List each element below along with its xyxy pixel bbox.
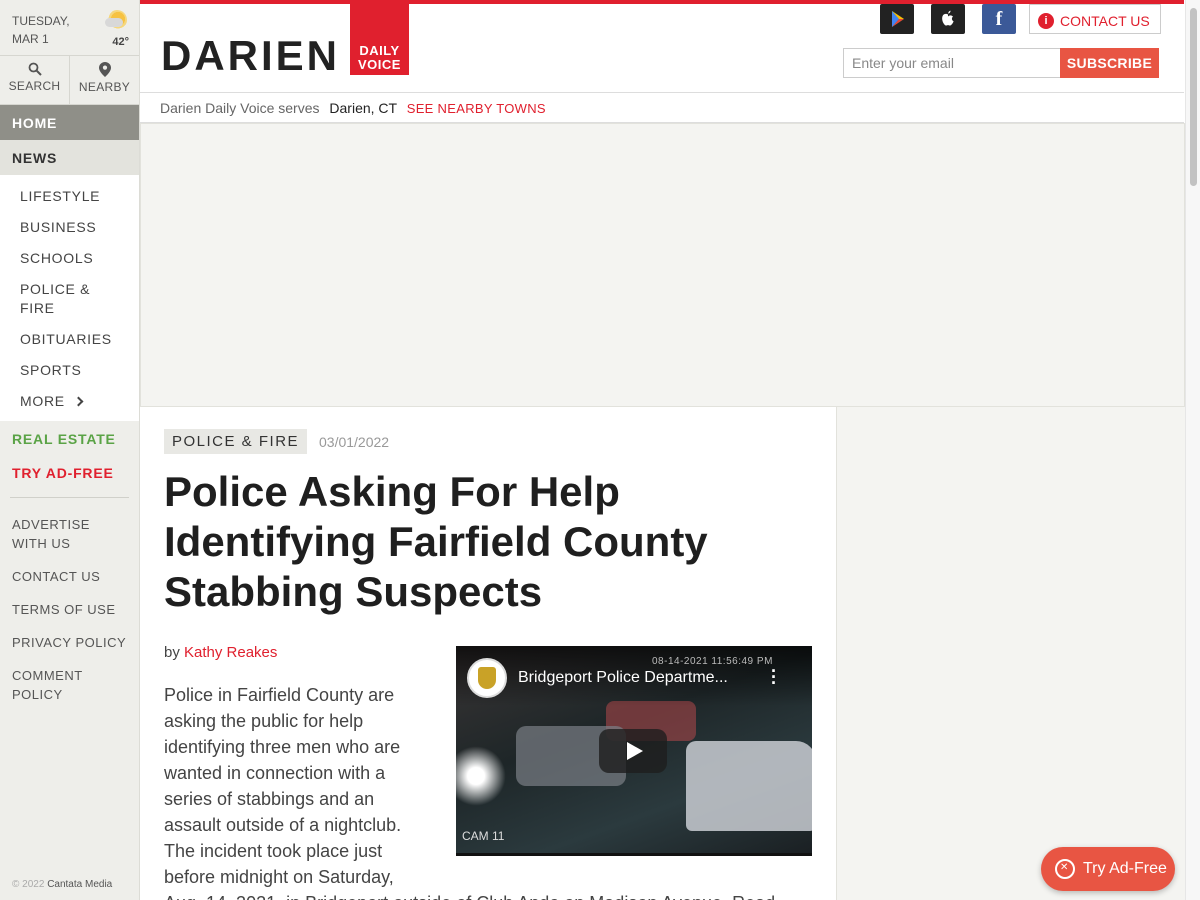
see-nearby-towns-link[interactable]: SEE NEARBY TOWNS [407,101,546,116]
nav-police-fire[interactable]: POLICE & FIRE [0,274,139,324]
link-contact-us[interactable]: CONTACT US [0,560,139,593]
headline-line3: Stabbing Suspects [164,568,543,615]
try-adfree-floating-button[interactable]: Try Ad-Free [1041,847,1175,891]
more-vertical-icon[interactable]: · · · [770,662,778,692]
byline-prefix: by [164,644,180,661]
body-line: identifying three men who are [164,737,401,757]
link-terms-of-use[interactable]: TERMS OF USE [0,593,139,626]
nav-try-adfree[interactable]: TRY AD-FREE [0,453,139,497]
apple-app-button[interactable] [931,4,965,34]
body-line: assault outside of a nightclub. [164,815,402,835]
location-pin-icon [98,62,111,77]
nearby-button[interactable]: NEARBY [69,56,139,104]
headline-line2: Identifying Fairfield County [164,518,708,565]
link-comment-line2: POLICY [12,687,63,702]
date-weather-widget: TUESDAY, MAR 1 42° [0,0,139,56]
google-play-button[interactable] [880,4,914,34]
video-title[interactable]: Bridgeport Police Departme... [518,669,728,687]
video-player[interactable]: 08-14-2021 11:56:49 PM Bridgeport Police… [456,646,812,856]
top-accent-bar [140,0,1184,4]
body-line: before midnight on Saturday, [164,867,394,887]
article: POLICE & FIRE 03/01/2022 Police Asking F… [140,407,837,900]
apple-icon [942,10,954,26]
nav-schools[interactable]: SCHOOLS [0,243,139,274]
search-button[interactable]: SEARCH [0,56,69,104]
body-line: series of stabbings and an [164,789,375,809]
email-input[interactable] [843,48,1061,78]
daily-voice-logo[interactable]: DAILY VOICE [350,4,409,75]
site-brand-title[interactable]: DARIEN [161,32,340,80]
link-advertise-line1: ADVERTISE [12,517,90,532]
nav-news[interactable]: NEWS [0,140,139,175]
facebook-button[interactable]: f [982,4,1016,34]
sidebar-tools: SEARCH NEARBY [0,56,139,105]
copyright-year: © 2022 [12,879,45,890]
headline-line1: Police Asking For Help [164,468,620,515]
ad-banner-placeholder [140,123,1185,407]
facebook-icon: f [995,8,1003,30]
nav-business[interactable]: BUSINESS [0,212,139,243]
copyright-link[interactable]: Cantata Media [47,879,112,890]
category-tag[interactable]: POLICE & FIRE [164,429,308,454]
video-scene [686,741,812,831]
serves-text: Darien Daily Voice serves [160,100,320,116]
video-timestamp: 08-14-2021 11:56:49 PM [652,656,773,667]
info-icon: i [1038,13,1054,29]
article-body: Police in Fairfield County are asking th… [164,682,414,890]
logo-line1: DAILY [359,43,400,58]
scrollbar-thumb[interactable] [1190,8,1197,186]
nav-obituaries[interactable]: OBITUARIES [0,324,139,355]
temperature: 42° [112,36,129,48]
partly-sunny-icon [105,10,129,30]
channel-avatar[interactable] [467,658,507,698]
author-link[interactable]: Kathy Reakes [184,644,277,661]
subscribe-button[interactable]: SUBSCRIBE [1060,48,1159,78]
contact-us-label: CONTACT US [1060,13,1150,29]
video-scene [456,746,506,806]
serves-town: Darien, CT [329,100,397,116]
right-ad-column [837,407,1185,900]
page-scrollbar[interactable] [1185,0,1200,900]
search-icon [28,62,42,76]
nav-more[interactable]: MORE [0,386,139,417]
body-line: The incident took place just [164,841,383,861]
link-privacy-policy[interactable]: PRIVACY POLICY [0,626,139,659]
nav-sports[interactable]: SPORTS [0,355,139,386]
link-comment-policy[interactable]: COMMENT POLICY [0,659,139,711]
body-line: wanted in connection with a [164,763,386,783]
camera-label: CAM 11 [462,829,505,843]
nearby-label: NEARBY [78,80,131,94]
link-advertise-line2: WITH US [12,536,71,551]
nav-home[interactable]: HOME [0,105,139,140]
copyright: © 2022 Cantata Media [12,879,112,890]
sidebar: TUESDAY, MAR 1 42° SEARCH NEARBY HOME NE… [0,0,140,900]
video-bottom-bar [456,853,812,856]
serves-bar: Darien Daily Voice serves Darien, CT SEE… [140,92,1184,123]
body-line: Police in Fairfield County are [164,685,395,705]
nav-police-fire-line1: POLICE & [20,281,91,297]
article-headline: Police Asking For Help Identifying Fairf… [164,467,804,617]
chevron-right-icon [73,396,84,407]
nav-lifestyle[interactable]: LIFESTYLE [0,181,139,212]
sidebar-footer-links: ADVERTISE WITH US CONTACT US TERMS OF USE… [0,498,139,711]
body-line-partial: Aug. 14, 2021, in Bridgeport outside of … [164,890,775,900]
no-ads-icon [1055,859,1075,879]
news-submenu: LIFESTYLE BUSINESS SCHOOLS POLICE & FIRE … [0,175,139,421]
google-play-icon [892,11,904,27]
byline: by Kathy Reakes [164,644,277,661]
nav-more-label: MORE [20,393,65,409]
article-date: 03/01/2022 [319,434,390,450]
contact-us-button[interactable]: i CONTACT US [1029,4,1161,34]
try-adfree-floating-label: Try Ad-Free [1083,860,1167,877]
link-comment-line1: COMMENT [12,668,83,683]
body-line: asking the public for help [164,711,364,731]
link-advertise[interactable]: ADVERTISE WITH US [0,508,139,560]
play-button[interactable] [599,729,667,773]
search-label: SEARCH [8,79,61,93]
nav-police-fire-line2: FIRE [20,300,55,316]
logo-line2: VOICE [358,57,401,72]
nav-real-estate[interactable]: REAL ESTATE [0,421,139,453]
